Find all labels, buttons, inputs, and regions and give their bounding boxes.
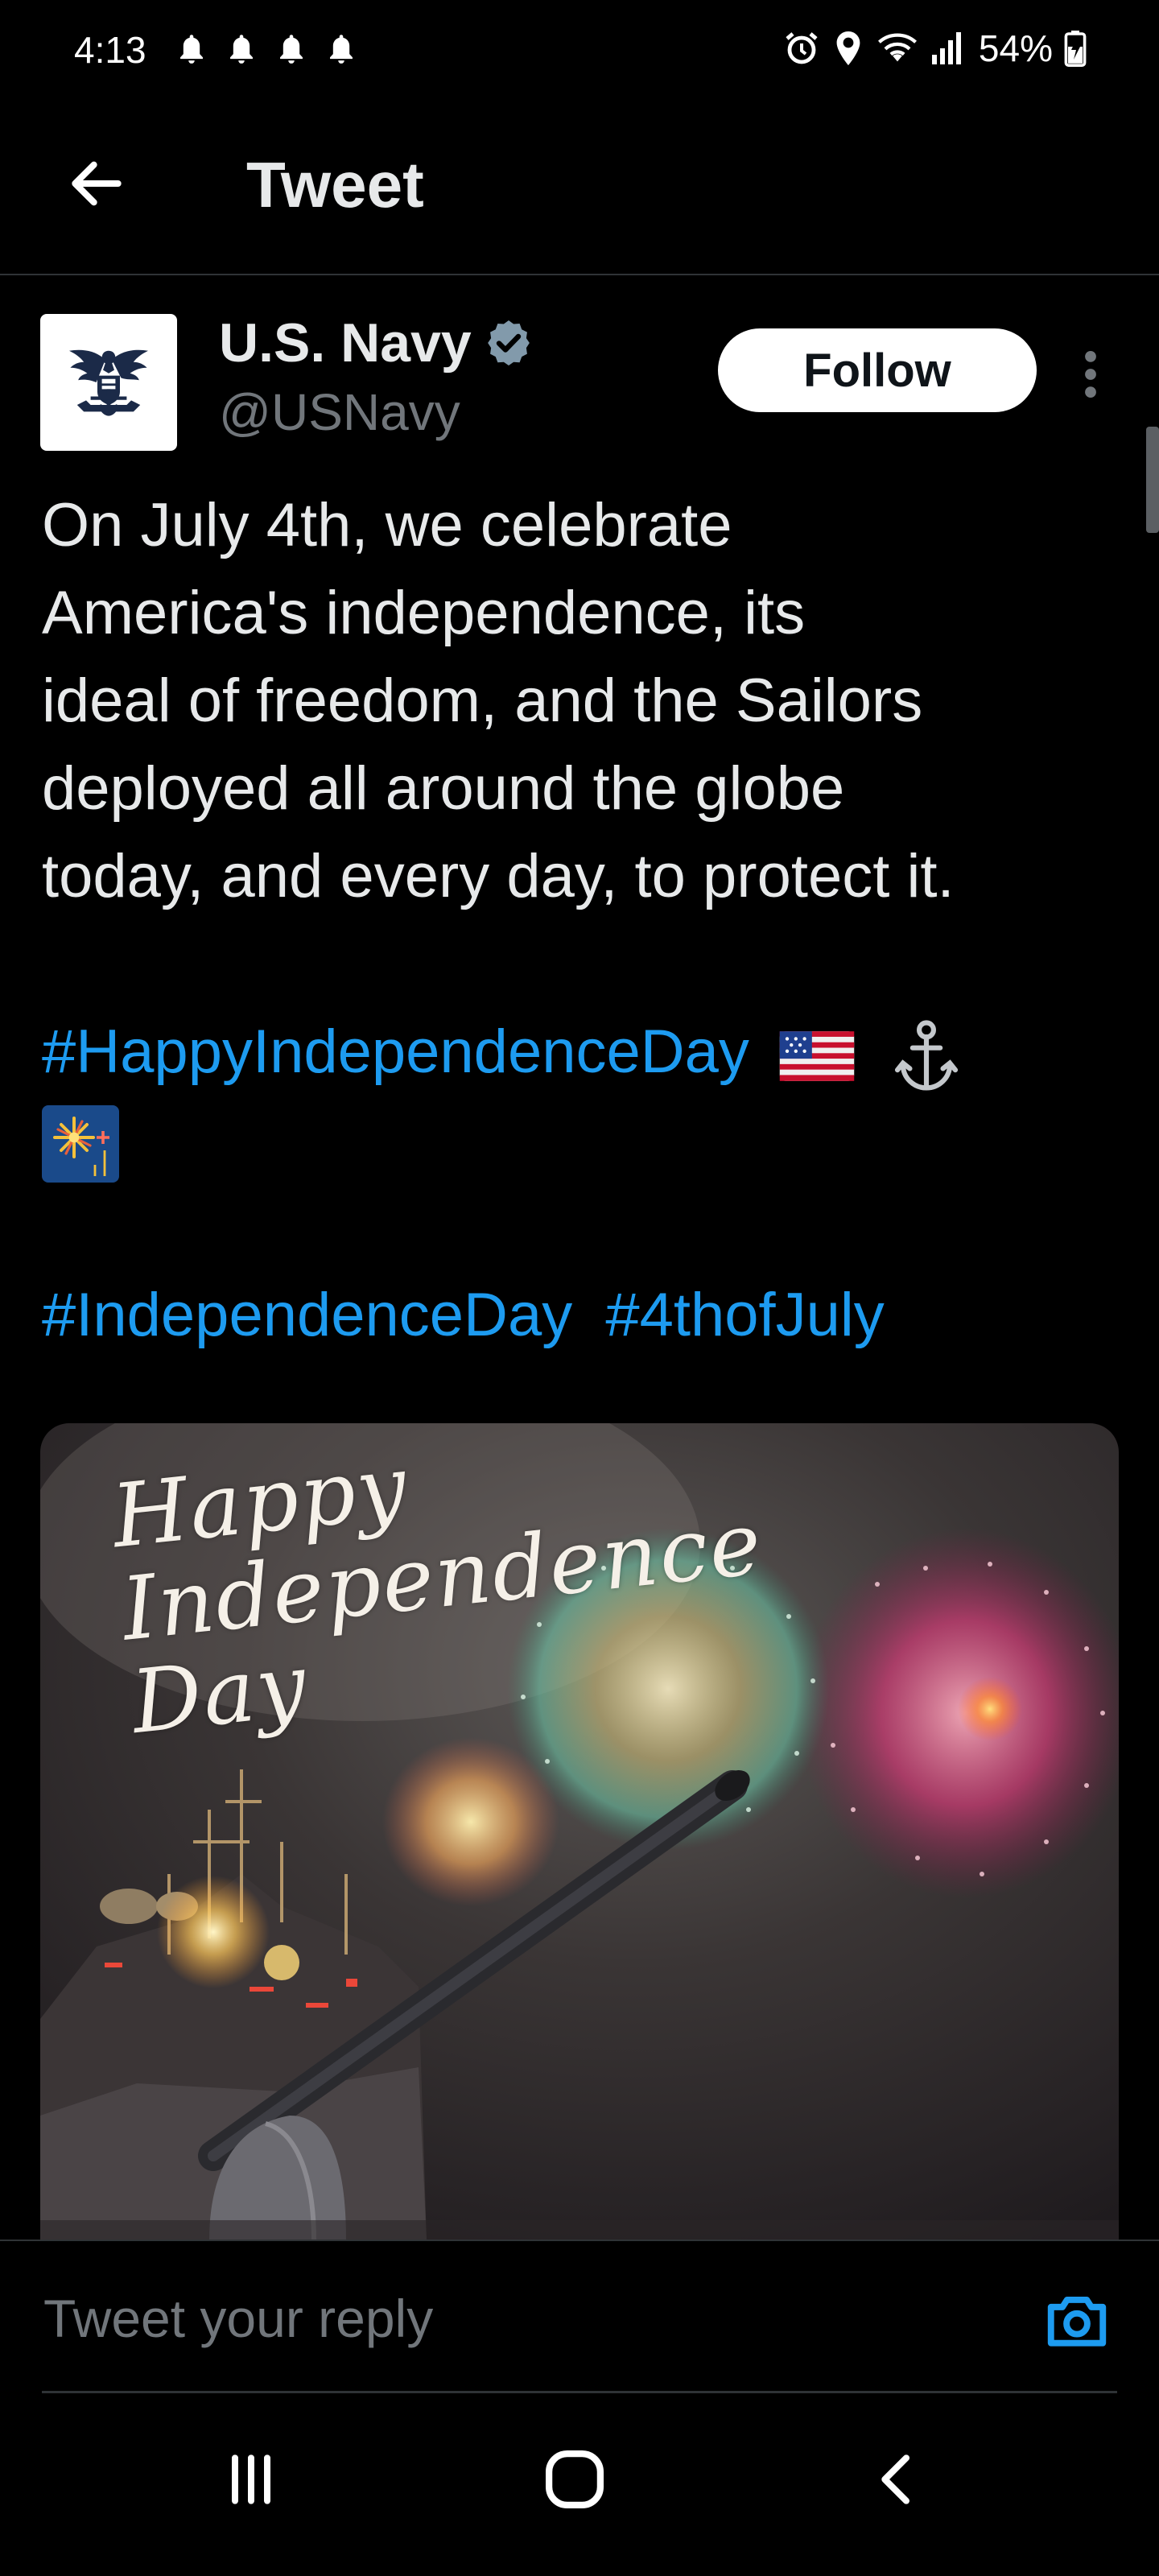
- tweet-body-line: ideal of freedom, and the Sailors: [42, 667, 923, 735]
- recents-icon: [232, 2454, 270, 2504]
- verified-badge-icon: [487, 320, 530, 365]
- hashtag-link[interactable]: #4thofJuly: [605, 1281, 884, 1349]
- scrollbar-thumb[interactable]: [1146, 427, 1159, 533]
- tweet-body-line: America's independence, its: [42, 579, 806, 647]
- wifi-icon: [877, 33, 917, 62]
- more-vertical-icon: [1085, 350, 1096, 398]
- tweet-body-line: On July 4th, we celebrate: [42, 491, 732, 559]
- emoji-line: [42, 1096, 1112, 1183]
- bell-icon: [280, 35, 303, 64]
- battery-percent: 54%: [978, 27, 1053, 69]
- us-flag-icon: [779, 1031, 855, 1081]
- home-icon: [546, 2450, 604, 2508]
- notification-icons: [175, 32, 357, 69]
- status-right-icons: 54%: [782, 26, 1087, 71]
- system-nav-bar: [0, 2399, 1159, 2576]
- author-name-text: U.S. Navy: [219, 312, 472, 374]
- hashtag-line-2: #IndependenceDay #4thofJuly: [42, 1271, 1112, 1359]
- signal-icon: [931, 32, 961, 64]
- camera-button[interactable]: [1038, 2281, 1116, 2359]
- home-button[interactable]: [518, 2431, 631, 2528]
- more-options-button[interactable]: [1070, 338, 1111, 411]
- author-name[interactable]: U.S. Navy: [219, 311, 534, 375]
- avatar[interactable]: [40, 314, 177, 451]
- arrow-left-icon: [72, 161, 122, 206]
- author-handle[interactable]: @USNavy: [219, 380, 460, 444]
- battery-charging-icon: [1064, 31, 1087, 68]
- bell-icon: [180, 35, 203, 64]
- status-time: 4:13: [74, 29, 146, 71]
- bell-icon: [330, 35, 353, 64]
- reply-input[interactable]: [42, 2273, 995, 2363]
- tweet-body-line: deployed all around the globe: [42, 754, 845, 823]
- reply-divider: [42, 2391, 1117, 2393]
- reply-bar: [0, 2240, 1159, 2396]
- hashtag-link[interactable]: #IndependenceDay: [42, 1281, 572, 1349]
- back-icon: [881, 2454, 909, 2504]
- tweet-text: On July 4th, we celebrate America's inde…: [42, 481, 1112, 1359]
- anchor-icon: [895, 1020, 959, 1091]
- back-button[interactable]: [56, 143, 137, 224]
- tweet-header-bar: Tweet: [0, 105, 1159, 275]
- hashtag-line-1: #HappyIndependenceDay: [42, 1008, 1112, 1096]
- location-icon: [836, 31, 860, 65]
- alarm-icon: [786, 32, 818, 64]
- tweet-media-image[interactable]: Happy Independence Day: [40, 1423, 1119, 2240]
- navy-emblem-icon: [69, 349, 148, 416]
- bell-icon: [230, 35, 253, 64]
- tweet-body-line: today, and every day, to protect it.: [42, 842, 955, 910]
- follow-button[interactable]: Follow: [718, 328, 1037, 412]
- status-bar: 4:13 54%: [0, 0, 1159, 105]
- recents-button[interactable]: [195, 2431, 307, 2528]
- page-title: Tweet: [246, 149, 424, 221]
- nav-back-button[interactable]: [842, 2431, 955, 2528]
- hashtag-link[interactable]: #HappyIndependenceDay: [42, 1018, 749, 1086]
- camera-icon: [1047, 2296, 1107, 2347]
- fireworks-icon: [42, 1104, 119, 1183]
